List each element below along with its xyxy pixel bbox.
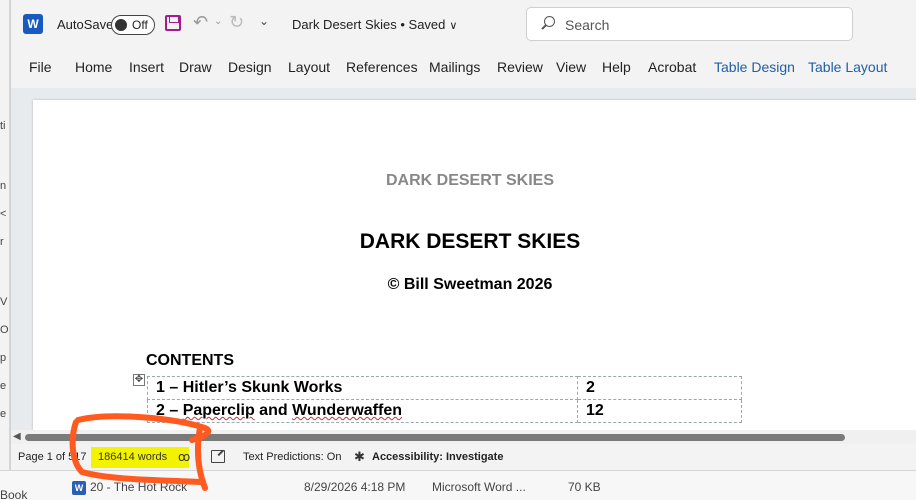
tab-draw[interactable]: Draw [179,59,212,75]
save-icon[interactable] [165,15,181,31]
toc-title-word: Wunderwaffen [292,402,402,419]
bg-glyph: e [0,408,7,420]
text-predictions[interactable]: Text Predictions: On [243,451,341,463]
autosave-state: Off [132,18,148,32]
title-bar: W AutoSave Off ↶ ⌄ ↻ ⌄ Dark Desert Skies… [11,0,916,50]
word-window: W AutoSave Off ↶ ⌄ ↻ ⌄ Dark Desert Skies… [10,0,916,470]
background-window-edge: ti n < r V O p e e [0,0,10,500]
accessibility-status[interactable]: Accessibility: Investigate [372,451,503,463]
tab-insert[interactable]: Insert [129,59,164,75]
table-row[interactable]: 2 – Paperclip and Wunderwaffen 12 [147,399,742,423]
bg-glyph: p [0,352,7,364]
autosave-toggle[interactable]: Off [111,15,155,35]
word-count[interactable]: 186414 words [91,447,189,468]
word-logo-icon: W [23,14,43,34]
horizontal-scrollbar[interactable]: ◀ [11,430,916,444]
redo-icon[interactable]: ↻ [229,12,244,33]
search-placeholder: Search [565,17,610,33]
bg-file-name[interactable]: 20 - The Hot Rock [90,480,187,494]
ribbon-tabs: File Home Insert Draw Design Layout Refe… [11,50,916,84]
undo-icon[interactable]: ↶ [193,12,208,33]
tab-layout[interactable]: Layout [288,59,330,75]
tab-references[interactable]: References [346,59,418,75]
scroll-left-icon[interactable]: ◀ [13,431,21,442]
proofing-icon[interactable]: ꝏ [178,450,190,464]
toc-title-prefix: 2 – [156,402,183,419]
tab-acrobat[interactable]: Acrobat [648,59,696,75]
contents-table[interactable]: 1 – Hitler’s Skunk Works 2 2 – Paperclip… [147,376,742,423]
customize-quick-access-icon[interactable]: ⌄ [259,14,269,28]
toggle-knob [115,19,127,31]
bg-glyph: n [0,180,7,192]
document-title[interactable]: Dark Desert Skies • Saved ∨ [292,17,457,32]
document-page[interactable]: DARK DESERT SKIES DARK DESERT SKIES © Bi… [33,100,916,430]
search-box[interactable]: Search [526,7,853,41]
tab-mailings[interactable]: Mailings [429,59,480,75]
tab-view[interactable]: View [556,59,586,75]
bg-glyph: V [0,296,8,308]
status-bar: Page 1 of 517 186414 words ꝏ Text Predic… [11,445,916,470]
toc-title-cell[interactable]: 1 – Hitler’s Skunk Works [147,376,578,400]
toc-page-cell[interactable]: 12 [577,399,742,423]
page-count[interactable]: Page 1 of 517 [18,451,87,463]
toc-title-word: Paperclip [182,402,255,419]
search-icon [541,16,555,30]
focus-mode-icon[interactable] [211,450,225,463]
word-count-text: 186414 words [98,451,168,463]
document-title-heading: DARK DESERT SKIES [359,230,581,253]
document-canvas[interactable]: DARK DESERT SKIES DARK DESERT SKIES © Bi… [11,88,916,430]
table-move-handle-icon[interactable]: ✥ [133,374,145,386]
word-file-icon: W [72,481,86,495]
page-header-text: DARK DESERT SKIES [385,172,555,189]
scrollbar-thumb[interactable] [25,434,845,441]
table-row[interactable]: 1 – Hitler’s Skunk Works 2 [147,376,742,400]
bg-glyph: e [0,380,7,392]
undo-dropdown-icon[interactable]: ⌄ [214,16,222,27]
accessibility-icon: ✱ [354,449,365,464]
tab-help[interactable]: Help [602,59,631,75]
bg-file-type: Microsoft Word ... [432,480,526,494]
tab-review[interactable]: Review [497,59,543,75]
toc-title-cell[interactable]: 2 – Paperclip and Wunderwaffen [147,399,578,423]
tab-home[interactable]: Home [75,59,112,75]
tab-design[interactable]: Design [228,59,272,75]
bg-glyph: r [0,236,4,248]
contents-heading: CONTENTS [146,352,234,369]
toc-title-mid: and [254,402,293,419]
bg-file-size: 70 KB [568,480,601,494]
tab-table-design[interactable]: Table Design [714,59,795,75]
bg-file-modified: 8/29/2026 4:18 PM [304,480,406,494]
bg-glyph: O [0,324,9,336]
bg-glyph: < [0,208,7,220]
bg-book-label: Book [0,488,28,500]
toc-page-cell[interactable]: 2 [577,376,742,400]
bg-glyph: ti [0,120,6,132]
tab-table-layout[interactable]: Table Layout [808,59,887,75]
autosave-label: AutoSave [57,17,114,32]
tab-file[interactable]: File [29,59,52,75]
document-title-text: Dark Desert Skies • Saved [292,17,446,32]
author-line: © Bill Sweetman 2026 [387,276,553,293]
chevron-down-icon: ∨ [449,20,458,32]
